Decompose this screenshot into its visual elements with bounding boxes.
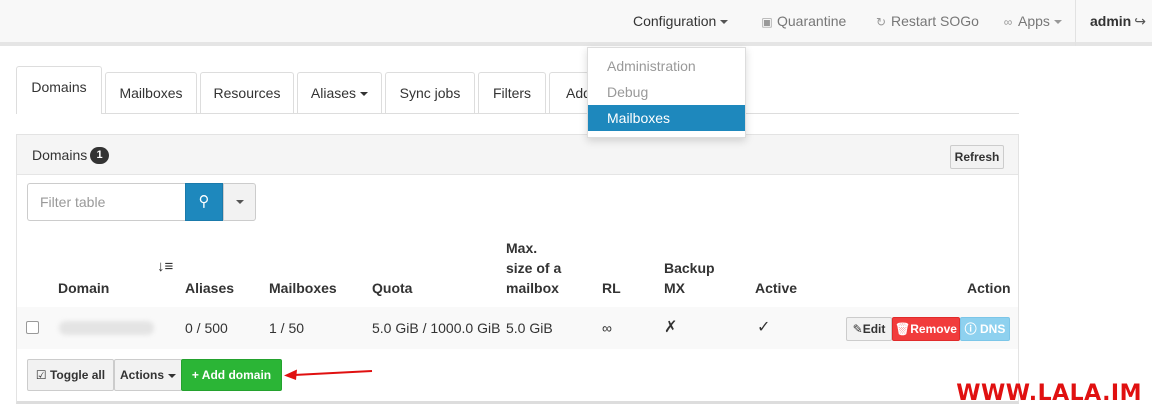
- col-rl[interactable]: RL: [602, 278, 621, 298]
- chevron-down-icon: [720, 20, 729, 25]
- col-max-size-line2[interactable]: size of a: [506, 258, 561, 278]
- tab-sync-jobs[interactable]: Sync jobs: [385, 72, 475, 113]
- refresh-button[interactable]: Refresh: [950, 145, 1004, 169]
- col-action: Action: [967, 280, 1011, 296]
- add-domain-label: Add domain: [201, 368, 272, 382]
- sort-icon[interactable]: ↓≡: [157, 257, 173, 277]
- cell-rl: ∞: [602, 320, 612, 336]
- edit-label: Edit: [862, 322, 886, 336]
- restart-sogo-link[interactable]: ↻ Restart SOGo: [874, 0, 979, 42]
- quarantine-link[interactable]: ▣ Quarantine: [760, 0, 846, 42]
- remove-button[interactable]: 🗑Remove: [892, 317, 960, 341]
- apps-menu-toggle[interactable]: ∞ Apps: [1001, 0, 1062, 42]
- cell-aliases: 0 / 500: [185, 320, 228, 336]
- col-aliases[interactable]: Aliases: [185, 278, 234, 298]
- restart-sogo-label: Restart SOGo: [891, 13, 979, 29]
- check-square-icon: ☑: [35, 368, 47, 382]
- tab-bar: Domains Mailboxes Resources Aliases Sync…: [16, 66, 1019, 114]
- row-checkbox[interactable]: [26, 321, 39, 334]
- menu-item-mailboxes[interactable]: Mailboxes: [588, 105, 745, 131]
- refresh-icon: ↻: [875, 15, 887, 29]
- cell-mailboxes: 1 / 50: [269, 320, 305, 336]
- tab-aliases[interactable]: Aliases: [297, 72, 382, 113]
- cell-quota: 5.0 GiB / 1000.0 GiB: [372, 320, 501, 336]
- actions-label: Actions: [119, 368, 164, 382]
- search-icon: ⚲: [198, 193, 210, 210]
- link-icon: ∞: [1003, 15, 1013, 29]
- toggle-all-button[interactable]: ☑ Toggle all: [27, 359, 114, 391]
- top-navbar: Configuration ▣ Quarantine ↻ Restart SOGo …: [0, 0, 1152, 46]
- plus-icon: +: [191, 368, 199, 382]
- annotation-arrow-icon: [284, 369, 373, 380]
- panel-heading: Domains 1 Refresh: [17, 135, 1018, 175]
- panel-title: Domains: [32, 147, 88, 163]
- menu-item-debug[interactable]: Debug: [588, 79, 745, 105]
- tab-domains[interactable]: Domains: [16, 66, 102, 114]
- apps-label: Apps: [1018, 13, 1050, 29]
- toggle-all-label: Toggle all: [49, 368, 106, 382]
- filter-options-button[interactable]: [223, 183, 256, 221]
- quarantine-label: Quarantine: [777, 13, 847, 29]
- configuration-menu-toggle[interactable]: Configuration: [633, 0, 729, 42]
- col-max-size-line1[interactable]: Max.: [506, 238, 537, 258]
- domains-panel: Domains 1 Refresh Filter table ⚲ Domain …: [16, 134, 1019, 404]
- trash-icon: 🗑: [895, 322, 911, 336]
- domain-name-redacted: [59, 321, 154, 335]
- question-circle-icon: ⓘ: [964, 322, 977, 336]
- navbar-divider: [1075, 0, 1076, 46]
- filter-input[interactable]: Filter table: [27, 183, 186, 221]
- table-row: 0 / 500 1 / 50 5.0 GiB / 1000.0 GiB 5.0 …: [17, 307, 1018, 349]
- logout-icon: ↪: [1134, 13, 1146, 29]
- domain-count-badge: 1: [90, 147, 109, 164]
- cell-max-size: 5.0 GiB: [506, 320, 553, 336]
- add-domain-button[interactable]: + Add domain: [181, 359, 282, 391]
- admin-logout-link[interactable]: admin ↪: [1090, 0, 1146, 42]
- configuration-label: Configuration: [633, 13, 717, 29]
- configuration-dropdown: Administration Debug Mailboxes: [587, 47, 746, 138]
- tab-resources[interactable]: Resources: [200, 72, 294, 113]
- briefcase-icon: ▣: [761, 15, 773, 29]
- actions-dropdown-button[interactable]: Actions: [114, 359, 182, 391]
- chevron-down-icon: [168, 373, 176, 378]
- col-active[interactable]: Active: [755, 278, 797, 298]
- dns-label: DNS: [980, 322, 1006, 336]
- menu-item-administration[interactable]: Administration: [588, 53, 745, 79]
- edit-button[interactable]: ✎Edit: [846, 317, 892, 341]
- chevron-down-icon: [1053, 20, 1062, 25]
- dns-button[interactable]: ⓘ DNS: [960, 317, 1010, 341]
- tab-add[interactable]: Add: [549, 72, 589, 113]
- tab-aliases-label: Aliases: [310, 85, 357, 101]
- chevron-down-icon: [360, 92, 369, 97]
- watermark: WWW.LALA.IM: [956, 381, 1142, 406]
- tab-mailboxes[interactable]: Mailboxes: [105, 72, 197, 113]
- search-button[interactable]: ⚲: [185, 183, 223, 221]
- chevron-down-icon: [235, 200, 244, 205]
- col-backup-line2[interactable]: MX: [664, 278, 685, 298]
- cell-active: ✓: [757, 319, 771, 336]
- col-quota[interactable]: Quota: [372, 278, 412, 298]
- remove-label: Remove: [910, 322, 957, 336]
- admin-label: admin: [1090, 13, 1132, 29]
- col-max-size-line3[interactable]: mailbox: [506, 278, 559, 298]
- col-domain[interactable]: Domain: [58, 278, 109, 298]
- col-mailboxes[interactable]: Mailboxes: [269, 278, 337, 298]
- cell-backup-mx: ✗: [664, 319, 678, 336]
- col-backup-line1[interactable]: Backup: [664, 258, 715, 278]
- tab-filters[interactable]: Filters: [478, 72, 546, 113]
- pencil-icon: ✎: [852, 322, 863, 336]
